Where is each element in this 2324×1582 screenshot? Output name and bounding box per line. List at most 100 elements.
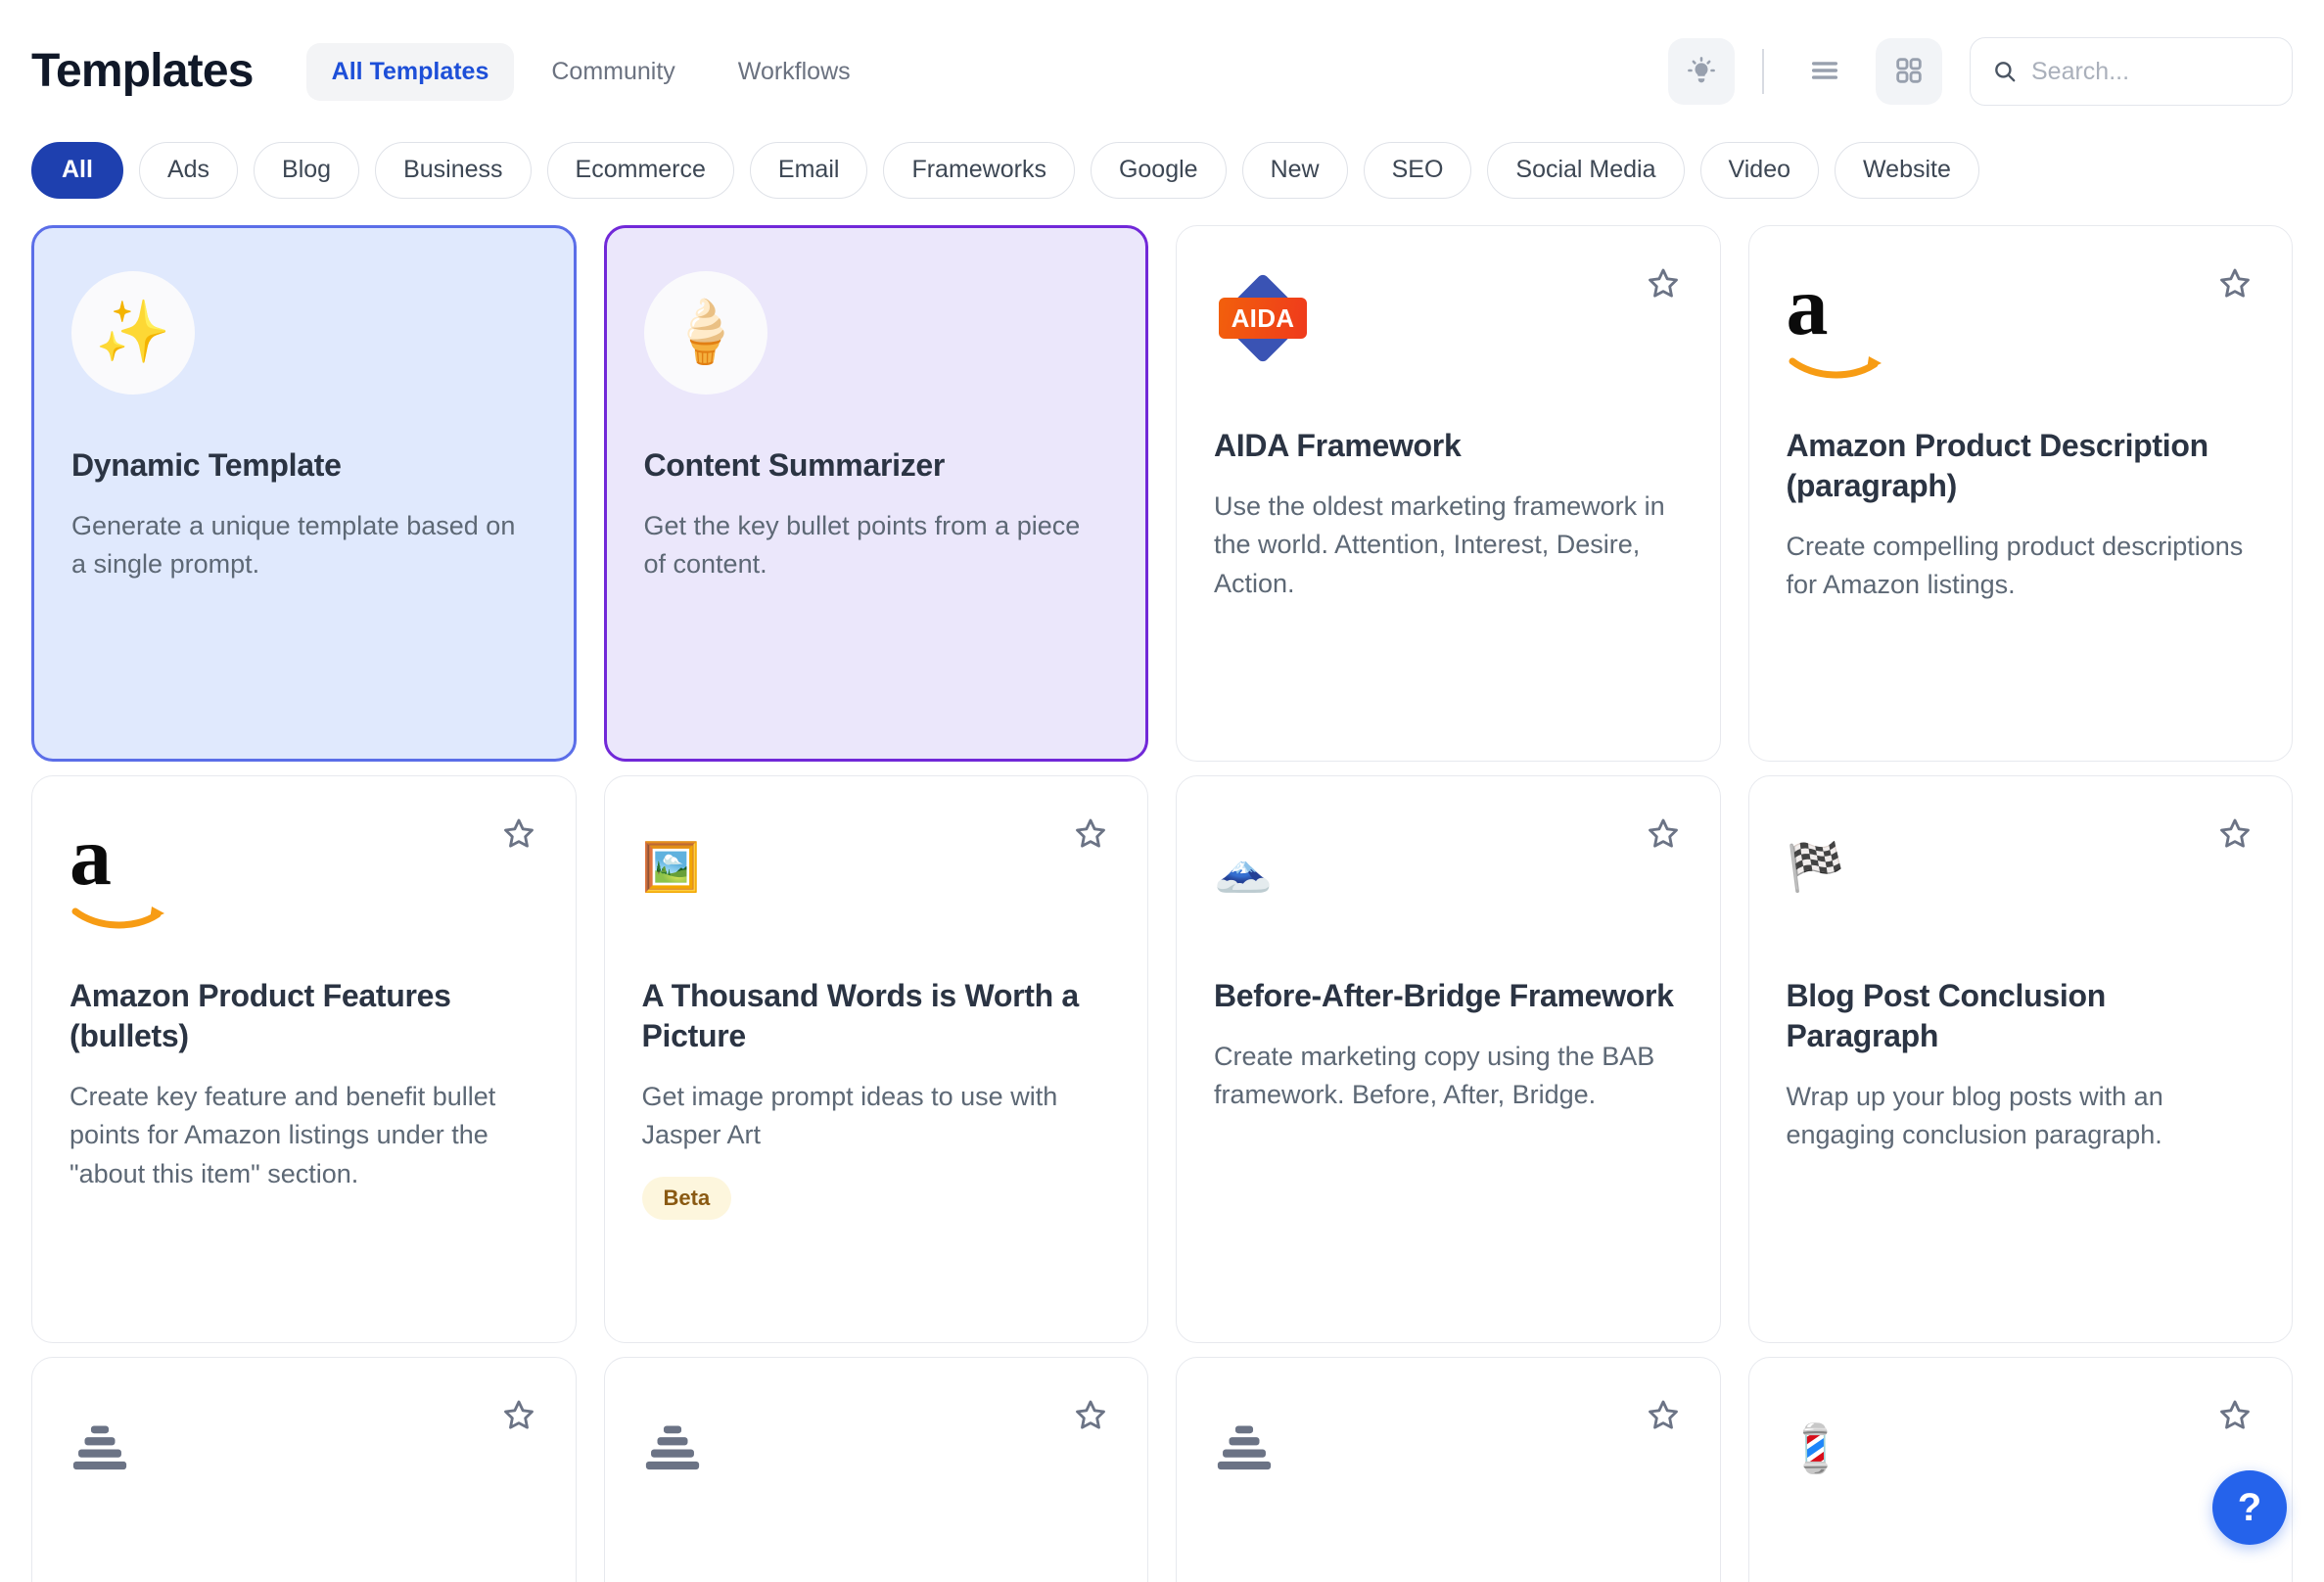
aida-logo-text: AIDA	[1219, 298, 1307, 339]
framed-picture-emoji: 🖼️	[641, 842, 701, 894]
filter-chip-email[interactable]: Email	[749, 142, 868, 199]
nav-tabs: All Templates Community Workflows	[305, 42, 876, 101]
star-icon	[2215, 264, 2254, 306]
filter-chip-google[interactable]: Google	[1090, 142, 1227, 199]
favorite-star-button[interactable]	[1642, 1395, 1685, 1438]
filter-chip-all[interactable]: All	[31, 142, 123, 199]
card-title: A Thousand Words is Worth a Picture	[641, 978, 1080, 1053]
star-icon	[1071, 814, 1110, 857]
list-view-icon	[1808, 54, 1841, 90]
favorite-star-button[interactable]	[1069, 814, 1112, 857]
mount-fuji-emoji: 🗻	[1214, 842, 1273, 894]
filter-chip-ads[interactable]: Ads	[138, 142, 239, 199]
filter-chips: All Ads Blog Business Ecommerce Email Fr…	[0, 117, 2324, 211]
search-box[interactable]: /	[1970, 37, 2324, 106]
lightbulb-icon	[1685, 54, 1718, 90]
tab-community[interactable]: Community	[526, 43, 700, 101]
page-header: Templates All Templates Community Workfl…	[0, 0, 2324, 117]
template-card-content-summarizer[interactable]: 🍦 Content Summarizer Get the key bullet …	[603, 225, 1148, 762]
help-question-icon: ?	[2237, 1485, 2262, 1529]
star-icon	[499, 1396, 538, 1438]
amazon-swoosh-icon	[1789, 332, 1890, 393]
list-view-button[interactable]	[1791, 38, 1858, 105]
soft-ice-cream-emoji: 🍦	[643, 271, 767, 395]
template-card-row3-3[interactable]	[1176, 1357, 1721, 1582]
amazon-logo: a	[70, 814, 193, 929]
star-icon	[1644, 1396, 1683, 1438]
favorite-star-button[interactable]	[497, 1395, 540, 1438]
template-card-blog-post-conclusion[interactable]: 🏁 Blog Post Conclusion Paragraph Wrap up…	[1747, 775, 2293, 1343]
template-card-row3-2[interactable]	[603, 1357, 1148, 1582]
star-icon	[1644, 264, 1683, 306]
filter-chip-frameworks[interactable]: Frameworks	[883, 142, 1075, 199]
card-description: Get the key bullet points from a piece o…	[643, 510, 1081, 580]
card-description: Create compelling product descriptions f…	[1786, 531, 2244, 600]
sparkles-emoji: ✨	[71, 271, 195, 395]
favorite-star-button[interactable]	[2213, 263, 2256, 306]
filter-chip-blog[interactable]: Blog	[254, 142, 360, 199]
card-description: Generate a unique template based on a si…	[71, 510, 516, 580]
filter-chip-website[interactable]: Website	[1835, 142, 1979, 199]
filter-chip-video[interactable]: Video	[1699, 142, 1820, 199]
template-card-dynamic-template[interactable]: ✨ Dynamic Template Generate a unique tem…	[31, 225, 577, 762]
filter-chip-ecommerce[interactable]: Ecommerce	[546, 142, 734, 199]
grid-view-button[interactable]	[1876, 38, 1942, 105]
template-card-row3-1[interactable]	[31, 1357, 577, 1582]
grid-view-icon	[1893, 55, 1925, 89]
template-grid-row-2: a Amazon Product Features (bullets) Crea…	[0, 762, 2324, 1343]
card-description: Create marketing copy using the BAB fram…	[1214, 1041, 1655, 1110]
favorite-star-button[interactable]	[1642, 263, 1685, 306]
favorite-star-button[interactable]	[1069, 1395, 1112, 1438]
template-card-aida-framework[interactable]: AIDA AIDA Framework Use the oldest marke…	[1176, 225, 1721, 762]
card-title: Content Summarizer	[643, 447, 946, 483]
card-description: Get image prompt ideas to use with Jaspe…	[641, 1081, 1058, 1150]
status-badge: Beta	[641, 1176, 732, 1220]
stack-icon	[1214, 1401, 1337, 1499]
template-card-a-thousand-words[interactable]: 🖼️ A Thousand Words is Worth a Picture G…	[603, 775, 1148, 1343]
template-grid-row-3: 💈	[0, 1343, 2324, 1582]
page-title: Templates	[31, 45, 254, 97]
filter-chip-social-media[interactable]: Social Media	[1487, 142, 1685, 199]
template-card-before-after-bridge[interactable]: 🗻 Before-After-Bridge Framework Create m…	[1176, 775, 1721, 1343]
favorite-star-button[interactable]	[497, 814, 540, 857]
card-title: Dynamic Template	[71, 447, 342, 483]
lightbulb-icon-button[interactable]	[1668, 38, 1735, 105]
favorite-star-button[interactable]	[2213, 1395, 2256, 1438]
aida-logo: AIDA	[1214, 269, 1337, 367]
amazon-logo: a	[1786, 258, 1910, 379]
template-card-amazon-product-features[interactable]: a Amazon Product Features (bullets) Crea…	[31, 775, 577, 1343]
favorite-star-button[interactable]	[2213, 814, 2256, 857]
help-button[interactable]: ?	[2212, 1470, 2287, 1545]
templates-page: Templates All Templates Community Workfl…	[0, 0, 2324, 1582]
filter-chip-new[interactable]: New	[1241, 142, 1348, 199]
template-grid-row-1: ✨ Dynamic Template Generate a unique tem…	[0, 211, 2324, 762]
star-icon	[2215, 814, 2254, 857]
barber-pole-emoji: 💈	[1786, 1423, 1845, 1475]
card-title: Amazon Product Description (paragraph)	[1786, 428, 2209, 503]
star-icon	[1644, 814, 1683, 857]
filter-chip-business[interactable]: Business	[375, 142, 532, 199]
star-icon	[1071, 1396, 1110, 1438]
star-icon	[499, 814, 538, 857]
stack-icon	[642, 1401, 766, 1499]
search-input[interactable]	[2031, 57, 2324, 86]
tab-workflows[interactable]: Workflows	[713, 43, 876, 101]
card-title: AIDA Framework	[1214, 428, 1462, 463]
template-card-row3-4[interactable]: 💈	[1747, 1357, 2293, 1582]
amazon-letter-a: a	[1786, 258, 1829, 352]
stack-icon	[70, 1401, 193, 1499]
header-actions: /	[1668, 37, 2324, 106]
tab-all-templates[interactable]: All Templates	[305, 42, 515, 101]
template-card-amazon-product-description[interactable]: a Amazon Product Description (paragraph)…	[1747, 225, 2293, 762]
toolbar-divider	[1762, 49, 1764, 94]
card-description: Create key feature and benefit bullet po…	[70, 1081, 496, 1188]
card-title: Amazon Product Features (bullets)	[70, 978, 451, 1053]
favorite-star-button[interactable]	[1642, 814, 1685, 857]
star-icon	[2215, 1396, 2254, 1438]
amazon-swoosh-icon	[71, 882, 173, 943]
card-title: Blog Post Conclusion Paragraph	[1786, 978, 2107, 1053]
chequered-flag-emoji: 🏁	[1786, 842, 1845, 894]
filter-chip-seo[interactable]: SEO	[1363, 142, 1472, 199]
card-title: Before-After-Bridge Framework	[1214, 978, 1674, 1013]
card-description: Use the oldest marketing framework in th…	[1214, 490, 1665, 598]
